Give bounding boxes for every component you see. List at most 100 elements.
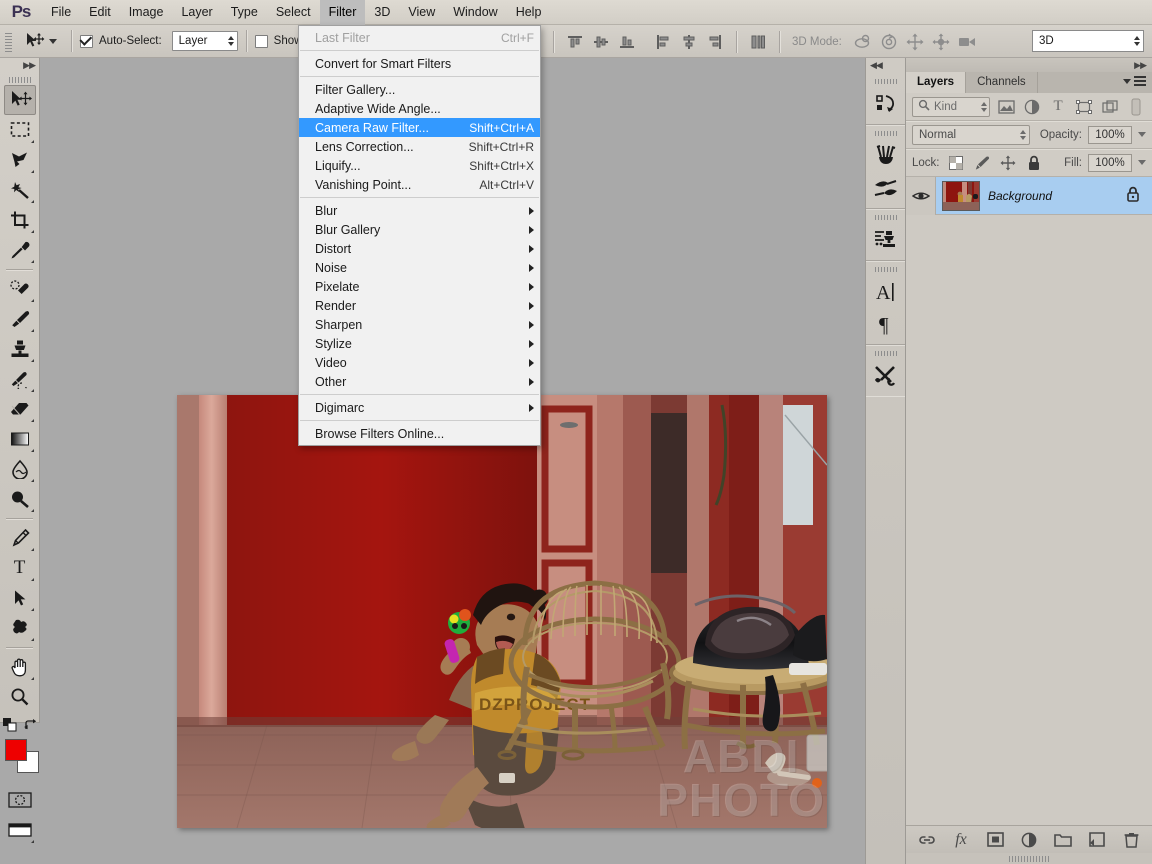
menu-item-blur-gallery[interactable]: Blur Gallery [299, 220, 540, 239]
new-adjustment-layer-icon[interactable] [1019, 830, 1039, 850]
blur-tool[interactable] [4, 454, 36, 484]
quick-mask-mode-button[interactable] [4, 785, 36, 815]
filter-shape-icon[interactable] [1074, 96, 1094, 118]
layers-panel-collapse-bar[interactable]: ▶▶ [906, 58, 1152, 72]
panel-menu-icon[interactable] [1123, 76, 1146, 86]
opacity-chevron-down-icon[interactable] [1138, 132, 1146, 137]
menu-item-other[interactable]: Other [299, 372, 540, 391]
menu-item-liquify[interactable]: Liquify... Shift+Ctrl+X [299, 156, 540, 175]
tab-channels[interactable]: Channels [966, 72, 1038, 93]
scale-3d-object-icon[interactable] [954, 30, 980, 54]
menu-item-sharpen[interactable]: Sharpen [299, 315, 540, 334]
blend-mode-stepper-icon[interactable] [1019, 129, 1026, 140]
workspace-select[interactable]: 3D [1032, 30, 1144, 52]
slide-3d-object-icon[interactable] [928, 30, 954, 54]
menu-image[interactable]: Image [120, 0, 173, 25]
align-vertical-centers-icon[interactable] [588, 30, 614, 54]
foreground-color-swatch[interactable] [4, 739, 27, 761]
layer-filter-kind-select[interactable]: Kind [912, 96, 991, 117]
active-tool-preview[interactable] [13, 30, 63, 52]
menu-item-video[interactable]: Video [299, 353, 540, 372]
panel-resize-grip[interactable] [906, 853, 1152, 864]
dock-collapse-button[interactable]: ◀◀ [866, 58, 905, 73]
drag-3d-object-icon[interactable] [902, 30, 928, 54]
align-left-edges-icon[interactable] [650, 30, 676, 54]
menu-window[interactable]: Window [444, 0, 506, 25]
show-transform-controls-checkbox[interactable] [254, 34, 268, 48]
auto-select-checkbox[interactable] [80, 34, 93, 48]
align-right-edges-icon[interactable] [702, 30, 728, 54]
eraser-tool[interactable] [4, 394, 36, 424]
filter-adjustment-icon[interactable] [1022, 96, 1042, 118]
new-group-icon[interactable] [1053, 830, 1073, 850]
menu-item-pixelate[interactable]: Pixelate [299, 277, 540, 296]
fill-value-field[interactable]: 100% [1088, 153, 1132, 172]
menu-layer[interactable]: Layer [172, 0, 221, 25]
swap-colors-icon[interactable] [23, 718, 37, 735]
menu-3d[interactable]: 3D [365, 0, 399, 25]
tool-preset-chevron-down-icon[interactable] [49, 38, 57, 44]
filter-smart-object-icon[interactable] [1100, 96, 1120, 118]
filter-toggle-icon[interactable] [1126, 96, 1146, 118]
lock-position-icon[interactable] [998, 153, 1018, 173]
color-swatches[interactable] [1, 737, 39, 777]
character-panel-button[interactable]: A [869, 276, 903, 308]
dodge-tool[interactable] [4, 484, 36, 514]
layer-name[interactable]: Background [988, 189, 1126, 203]
menu-item-filter-gallery[interactable]: Filter Gallery... [299, 80, 540, 99]
clone-stamp-tool[interactable] [4, 334, 36, 364]
lock-image-pixels-icon[interactable] [972, 153, 992, 173]
opacity-value-field[interactable]: 100% [1088, 125, 1132, 144]
delete-layer-icon[interactable] [1121, 830, 1141, 850]
tool-presets-panel-button[interactable] [869, 360, 903, 392]
eye-icon[interactable] [906, 177, 936, 215]
filter-dropdown-menu[interactable]: Last Filter Ctrl+F Convert for Smart Filte… [298, 25, 541, 446]
double-chevron-right-icon[interactable]: ▶▶ [23, 60, 36, 71]
kind-stepper-icon[interactable] [981, 101, 988, 112]
scope-stepper-icon[interactable] [227, 36, 234, 46]
dock-group-grip[interactable] [874, 212, 897, 222]
history-panel-button[interactable] [869, 88, 903, 120]
menu-item-blur[interactable]: Blur [299, 201, 540, 220]
distribute-icon[interactable] [745, 30, 771, 54]
menu-type[interactable]: Type [222, 0, 267, 25]
layer-thumbnail[interactable] [942, 180, 980, 211]
menu-item-camera-raw-filter[interactable]: Camera Raw Filter... Shift+Ctrl+A [299, 118, 540, 137]
lock-transparent-pixels-icon[interactable] [946, 153, 966, 173]
menu-filter[interactable]: Filter [319, 0, 366, 25]
double-chevron-left-icon[interactable]: ◀◀ [870, 60, 883, 71]
align-bottom-edges-icon[interactable] [614, 30, 640, 54]
menu-select[interactable]: Select [267, 0, 320, 25]
menu-view[interactable]: View [399, 0, 444, 25]
menu-file[interactable]: File [42, 0, 80, 25]
dock-group-grip[interactable] [874, 76, 897, 86]
filter-pixel-icon[interactable] [996, 96, 1016, 118]
adjustments-panel-button[interactable] [869, 224, 903, 256]
tools-panel-header[interactable]: ▶▶ [0, 58, 39, 73]
path-selection-tool[interactable] [4, 583, 36, 613]
align-top-edges-icon[interactable] [562, 30, 588, 54]
menu-item-distort[interactable]: Distort [299, 239, 540, 258]
link-layers-icon[interactable] [917, 830, 937, 850]
align-horizontal-centers-icon[interactable] [676, 30, 702, 54]
roll-3d-object-icon[interactable] [876, 30, 902, 54]
paragraph-panel-button[interactable]: ¶ [869, 308, 903, 340]
brush-settings-panel-button[interactable] [869, 172, 903, 204]
tab-layers[interactable]: Layers [906, 72, 967, 93]
move-tool[interactable] [3, 85, 36, 115]
magic-wand-tool[interactable] [4, 175, 36, 205]
add-layer-mask-icon[interactable] [985, 830, 1005, 850]
zoom-tool[interactable] [4, 682, 36, 712]
crop-tool[interactable] [4, 205, 36, 235]
lasso-tool[interactable] [4, 145, 36, 175]
layer-row-background[interactable]: Background [906, 177, 1152, 215]
gradient-tool[interactable] [4, 424, 36, 454]
menu-edit[interactable]: Edit [80, 0, 120, 25]
rectangular-marquee-tool[interactable] [4, 115, 36, 145]
menu-item-stylize[interactable]: Stylize [299, 334, 540, 353]
auto-select-scope-select[interactable]: Layer [171, 31, 238, 51]
layer-style-fx-icon[interactable]: fx [951, 830, 971, 850]
brush-tool[interactable] [4, 304, 36, 334]
screen-mode-button[interactable] [4, 815, 36, 845]
tools-panel-grip[interactable] [8, 73, 31, 85]
